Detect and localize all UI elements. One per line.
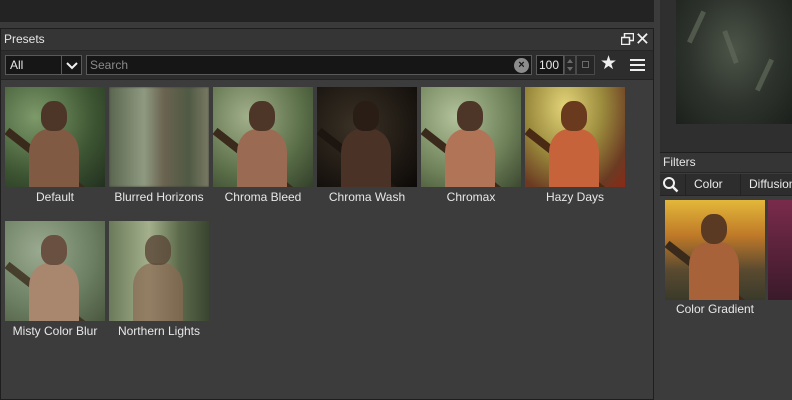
favorite-star-icon[interactable]: ★ — [600, 54, 617, 74]
preset-misty-color-blur[interactable] — [5, 221, 105, 321]
tab-diffusion[interactable]: Diffusion — [740, 174, 792, 195]
preset-hazy-days[interactable] — [525, 87, 625, 187]
search-icon[interactable] — [662, 176, 679, 193]
search-input[interactable]: Search × — [86, 55, 532, 75]
preset-label: Blurred Horizons — [114, 190, 204, 204]
clear-search-icon[interactable]: × — [514, 58, 529, 73]
close-icon[interactable]: ✕ — [635, 30, 650, 48]
fit-icon — [582, 61, 589, 68]
filter-color-gradient[interactable] — [665, 200, 765, 300]
size-stepper[interactable] — [564, 55, 576, 75]
preset-label: Chroma Wash — [328, 190, 406, 204]
preview-foliage — [722, 30, 739, 64]
float-window-icon[interactable] — [621, 33, 634, 45]
top-toolbar-strip — [0, 0, 654, 22]
preset-default[interactable] — [5, 87, 105, 187]
preset-label: Northern Lights — [117, 324, 201, 338]
presets-panel: Presets ✕ All Search × 100 ★ — [0, 28, 654, 400]
stepper-down-icon[interactable] — [567, 67, 573, 71]
presets-toolbar: All Search × 100 ★ — [1, 51, 653, 80]
preview-foliage — [755, 58, 774, 92]
preset-blurred-horizons[interactable] — [109, 87, 209, 187]
hamburger-menu-icon[interactable] — [630, 59, 645, 71]
preset-label: Misty Color Blur — [12, 324, 98, 338]
tab-color[interactable]: Color — [685, 174, 731, 195]
filters-tab-bar: Color Diffusion — [660, 174, 792, 196]
thumbnail-size-value: 100 — [539, 58, 560, 72]
preset-label: Hazy Days — [545, 190, 604, 204]
filter-label: Color Gradient — [675, 302, 755, 316]
thumbnail-size-input[interactable]: 100 — [536, 55, 564, 75]
filters-title: Filters — [663, 155, 696, 169]
search-placeholder: Search — [90, 58, 129, 72]
filters-title-bar: Filters — [660, 153, 792, 173]
presets-title: Presets — [4, 32, 45, 46]
preset-northern-lights[interactable] — [109, 221, 209, 321]
preset-label: Default — [35, 190, 75, 204]
category-value: All — [10, 58, 24, 72]
chevron-down-icon[interactable] — [61, 56, 81, 74]
stepper-up-icon[interactable] — [567, 59, 573, 63]
preview-foliage — [687, 10, 706, 44]
preset-label: Chroma Bleed — [224, 190, 302, 204]
preset-label: Chromax — [446, 190, 496, 204]
preset-chromax[interactable] — [421, 87, 521, 187]
fit-size-button[interactable] — [576, 55, 595, 75]
preset-chroma-wash[interactable] — [317, 87, 417, 187]
presets-title-bar: Presets ✕ — [1, 29, 653, 51]
category-select[interactable]: All — [5, 55, 82, 75]
filter-next-thumbnail[interactable] — [768, 200, 792, 300]
preset-chroma-bleed[interactable] — [213, 87, 313, 187]
image-preview[interactable] — [676, 0, 792, 124]
